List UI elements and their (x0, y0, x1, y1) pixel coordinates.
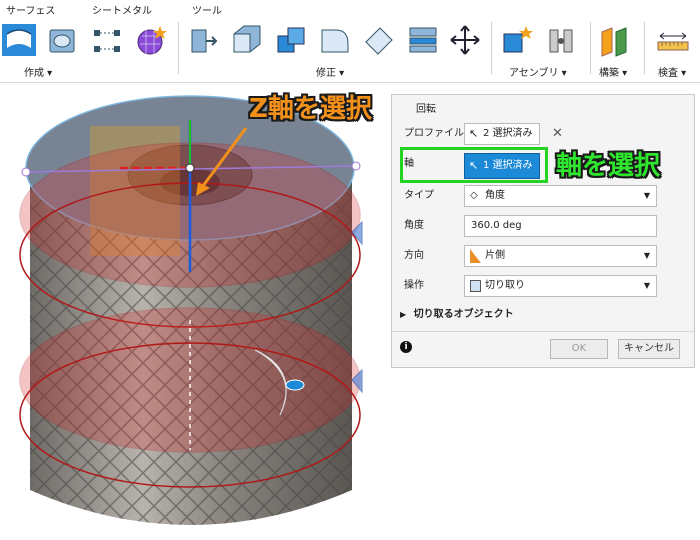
toolbar-ribbon: サーフェス シートメタル ツール 作成 ▾ 修正 ▾ アセンブリ ▾ 構築 ▾ … (0, 0, 700, 83)
cut-icon (470, 280, 481, 292)
revolve-dialog: 回転 プロファイル ↖ 2 選択済み ✕ 軸 ↖ 1 選択済み タイプ ◇ 角度… (391, 94, 695, 368)
annotation-select-z-axis: Z軸を選択 (249, 94, 372, 124)
angle-input[interactable]: 360.0 deg (464, 215, 657, 237)
joint-icon[interactable] (544, 22, 578, 58)
chevron-right-icon: ▶ (400, 310, 407, 319)
cursor-icon: ↖ (469, 127, 479, 140)
angle-type-icon: ◇ (470, 190, 478, 201)
operation-select[interactable]: 切り取り ▼ (464, 275, 657, 297)
offset-plane-icon[interactable] (598, 22, 632, 58)
dialog-title: 回転 (416, 104, 436, 115)
tab-sheet-metal[interactable]: シートメタル (92, 2, 152, 17)
profile-value: 2 選択済み (483, 128, 533, 139)
type-label: タイプ (404, 190, 434, 201)
group-construct-label[interactable]: 構築 ▾ (599, 64, 627, 79)
type-select[interactable]: ◇ 角度 ▼ (464, 185, 657, 207)
combine-icon[interactable] (274, 22, 308, 58)
angle-label: 角度 (404, 220, 424, 231)
press-pull-icon[interactable] (186, 22, 220, 58)
direction-select[interactable]: 片側 ▼ (464, 245, 657, 267)
clear-profile-icon[interactable]: ✕ (552, 126, 563, 141)
new-component-icon[interactable] (500, 22, 534, 58)
fillet-icon[interactable] (230, 22, 264, 58)
group-modify-label[interactable]: 修正 ▾ (316, 64, 344, 79)
profile-selection-button[interactable]: ↖ 2 選択済み (464, 123, 540, 145)
split-body-icon[interactable] (406, 22, 440, 58)
profile-label: プロファイル (404, 128, 464, 139)
ok-button[interactable]: OK (550, 339, 608, 359)
info-icon[interactable]: i (400, 341, 412, 353)
cancel-button[interactable]: キャンセル (618, 339, 680, 359)
group-inspect-label[interactable]: 検査 ▾ (658, 64, 686, 79)
measure-icon[interactable] (656, 22, 690, 58)
form-body-icon[interactable] (134, 22, 168, 58)
group-assemble-label[interactable]: アセンブリ ▾ (509, 64, 567, 79)
operation-value: 切り取り (485, 280, 525, 291)
create-form-icon[interactable] (2, 22, 36, 58)
chevron-down-icon: ▼ (643, 191, 650, 200)
chevron-down-icon: ▼ (643, 281, 650, 290)
move-icon[interactable] (448, 22, 482, 58)
direction-label: 方向 (404, 250, 424, 261)
objects-to-cut-label: 切り取るオブジェクト (413, 309, 514, 320)
tab-tools[interactable]: ツール (192, 2, 222, 17)
group-create-label[interactable]: 作成 ▾ (24, 64, 52, 79)
extrude-icon[interactable] (46, 22, 80, 58)
angle-value: 360.0 deg (471, 220, 522, 231)
operation-label: 操作 (404, 280, 424, 291)
one-side-icon (470, 249, 481, 263)
axis-highlight-box (400, 147, 548, 183)
tab-surface[interactable]: サーフェス (6, 2, 55, 17)
direction-value: 片側 (485, 250, 505, 261)
chevron-down-icon: ▼ (643, 251, 650, 260)
dialog-divider (392, 331, 694, 332)
type-value: 角度 (485, 190, 505, 201)
chamfer-icon[interactable] (318, 22, 352, 58)
sketch-icon[interactable] (90, 22, 124, 58)
objects-to-cut-expander[interactable]: ▶ 切り取るオブジェクト (400, 307, 514, 323)
annotation-select-axis: 軸を選択 (556, 151, 661, 181)
shell-icon[interactable] (362, 22, 396, 58)
